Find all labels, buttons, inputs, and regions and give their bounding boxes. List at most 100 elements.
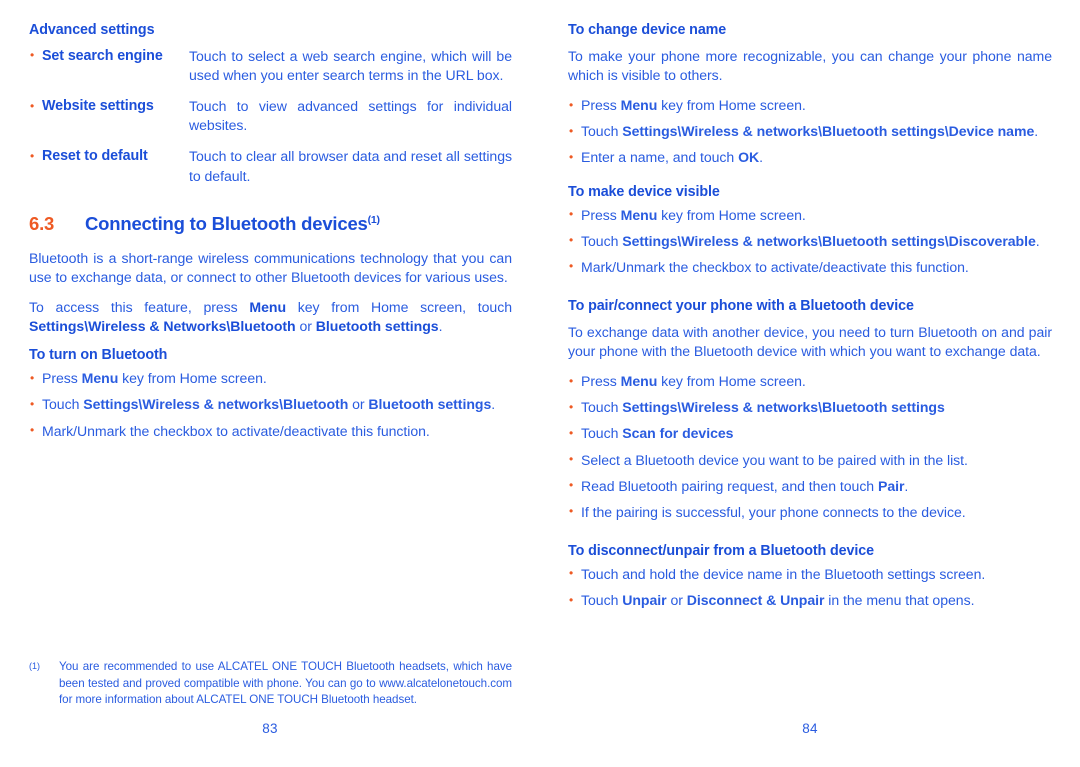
list-item: Press Menu key from Home screen. <box>29 369 512 388</box>
emphasis-path: Bluetooth settings <box>368 396 492 413</box>
bluetooth-access-paragraph: To access this feature, press Menu key f… <box>29 298 512 336</box>
turn-on-bluetooth-list: Press Menu key from Home screen. Touch S… <box>29 369 512 440</box>
text-fragment: Touch <box>581 592 623 609</box>
page-left: Advanced settings Set search engine Touc… <box>0 0 540 767</box>
page-right-body: To change device name To make your phone… <box>568 22 1052 610</box>
emphasis-ok: OK <box>738 149 760 166</box>
change-device-name-list: Press Menu key from Home screen. Touch S… <box>568 96 1052 167</box>
emphasis-menu: Menu <box>249 299 287 316</box>
list-item: Touch Settings\Wireless & networks\Bluet… <box>568 122 1052 141</box>
list-item: Select a Bluetooth device you want to be… <box>568 450 1052 470</box>
pair-connect-list: Press Menu key from Home screen. Touch S… <box>568 372 1052 522</box>
turn-on-bluetooth-heading: To turn on Bluetooth <box>29 347 168 364</box>
text-fragment: . <box>491 396 496 413</box>
list-item: Press Menu key from Home screen. <box>568 372 1052 391</box>
emphasis-path: Bluetooth settings <box>315 318 439 335</box>
text-fragment: or <box>666 592 687 609</box>
definition-row: Reset to default Touch to clear all brow… <box>29 147 512 185</box>
section-number: 6.3 <box>29 212 55 234</box>
text-fragment: . <box>1035 232 1040 249</box>
make-device-visible-list: Press Menu key from Home screen. Touch S… <box>568 205 1052 277</box>
text-fragment: Press <box>581 206 621 223</box>
text-fragment: Select a Bluetooth device you want to be… <box>581 451 968 468</box>
list-item: Press Menu key from Home screen. <box>568 96 1052 115</box>
footnote-text: You are recommended to use ALCATEL ONE T… <box>59 659 512 707</box>
text-fragment: in the menu that opens. <box>824 592 975 609</box>
text-fragment: Touch <box>581 425 623 442</box>
list-item: Mark/Unmark the checkbox to activate/dea… <box>568 257 1052 277</box>
emphasis-path: Settings\Wireless & networks\Bluetooth s… <box>622 232 1036 249</box>
footnote: (1) You are recommended to use ALCATEL O… <box>29 659 512 709</box>
emphasis-menu: Menu <box>81 370 119 387</box>
definition-term: Set search engine <box>29 46 189 66</box>
make-device-visible-heading: To make device visible <box>568 183 720 200</box>
two-page-spread: Advanced settings Set search engine Touc… <box>0 0 1080 767</box>
list-item: Read Bluetooth pairing request, and then… <box>568 476 1052 496</box>
emphasis-path: Settings\Wireless & networks\Bluetooth <box>83 396 349 413</box>
text-fragment: or <box>348 396 369 413</box>
list-item: Enter a name, and touch OK. <box>568 148 1052 167</box>
text-fragment: Touch <box>581 399 623 416</box>
text-fragment: Mark/Unmark the checkbox to activate/dea… <box>42 422 430 439</box>
list-item: Press Menu key from Home screen. <box>568 205 1052 225</box>
text-fragment: Mark/Unmark the checkbox to activate/dea… <box>581 258 969 275</box>
text-fragment: . <box>759 149 763 166</box>
text-fragment: key from Home screen, touch <box>286 299 512 316</box>
section-title-text: Connecting to Bluetooth devices <box>85 212 368 234</box>
section-title: Connecting to Bluetooth devices(1) <box>85 213 380 235</box>
list-item: Touch and hold the device name in the Bl… <box>568 564 1052 584</box>
list-item: Touch Scan for devices <box>568 424 1052 443</box>
text-fragment: . <box>1034 123 1039 140</box>
disconnect-unpair-list: Touch and hold the device name in the Bl… <box>568 564 1052 610</box>
emphasis-action: Scan for devices <box>622 425 734 442</box>
section-footnote-marker: (1) <box>367 213 380 226</box>
text-fragment: Touch <box>581 232 623 249</box>
text-fragment: Enter a name, and touch <box>581 149 739 166</box>
list-item: If the pairing is successful, your phone… <box>568 502 1052 522</box>
text-fragment: Press <box>581 97 621 114</box>
definition-row: Website settings Touch to view advanced … <box>29 97 512 135</box>
bluetooth-intro-paragraph: Bluetooth is a short-range wireless comm… <box>29 249 512 285</box>
emphasis-path: Settings\Wireless & Networks\Bluetooth <box>29 318 296 335</box>
definition-description: Touch to clear all browser data and rese… <box>189 148 512 184</box>
text-fragment: Touch <box>581 123 623 140</box>
text-fragment: . <box>438 318 443 335</box>
footnote-marker: (1) <box>29 660 40 671</box>
text-fragment: key from Home screen. <box>657 206 806 223</box>
definition-description: Touch to select a web search engine, whi… <box>189 47 512 84</box>
emphasis-action: Unpair <box>622 592 667 609</box>
definition-term: Reset to default <box>29 147 189 166</box>
list-item: Touch Settings\Wireless & networks\Bluet… <box>29 395 512 414</box>
list-item: Touch Unpair or Disconnect & Unpair in t… <box>568 591 1052 610</box>
pair-connect-heading: To pair/connect your phone with a Blueto… <box>568 297 914 314</box>
definition-row: Set search engine Touch to select a web … <box>29 46 512 85</box>
emphasis-path: Settings\Wireless & networks\Bluetooth s… <box>622 399 945 416</box>
list-item: Touch Settings\Wireless & networks\Bluet… <box>568 398 1052 417</box>
text-fragment: key from Home screen. <box>657 97 806 114</box>
text-fragment: . <box>904 477 909 494</box>
pair-connect-paragraph: To exchange data with another device, yo… <box>568 323 1052 359</box>
section-heading: 6.3 Connecting to Bluetooth devices(1) <box>29 213 512 235</box>
text-fragment: Touch <box>42 396 84 413</box>
emphasis-action: Disconnect & Unpair <box>686 592 825 609</box>
text-fragment: or <box>295 318 316 335</box>
change-device-name-paragraph: To make your phone more recognizable, yo… <box>568 47 1052 84</box>
page-number-left: 83 <box>262 721 278 736</box>
page-number-right: 84 <box>802 721 818 736</box>
disconnect-unpair-heading: To disconnect/unpair from a Bluetooth de… <box>568 543 874 560</box>
text-fragment: key from Home screen. <box>657 373 806 390</box>
text-fragment: If the pairing is successful, your phone… <box>581 503 966 520</box>
page-left-body: Advanced settings Set search engine Touc… <box>29 22 512 441</box>
emphasis-action: Pair <box>877 477 905 494</box>
list-item: Touch Settings\Wireless & networks\Bluet… <box>568 231 1052 251</box>
emphasis-path: Settings\Wireless & networks\Bluetooth s… <box>622 123 1035 140</box>
definition-description: Touch to view advanced settings for indi… <box>189 98 512 134</box>
text-fragment: Press <box>581 373 621 390</box>
page-right: To change device name To make your phone… <box>540 0 1080 767</box>
change-device-name-heading: To change device name <box>568 22 727 38</box>
list-item: Mark/Unmark the checkbox to activate/dea… <box>29 421 512 441</box>
text-fragment: To access this feature, press <box>29 299 250 316</box>
emphasis-menu: Menu <box>620 206 658 223</box>
